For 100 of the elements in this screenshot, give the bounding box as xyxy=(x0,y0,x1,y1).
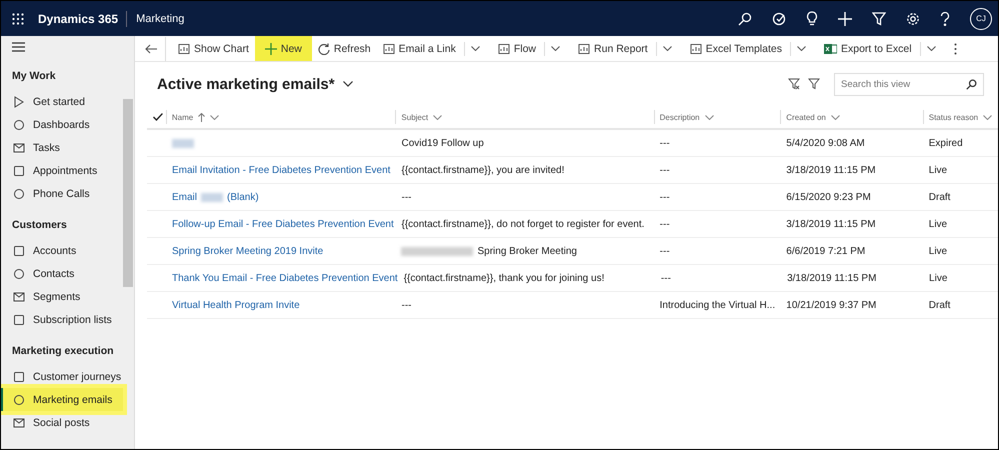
table-cell-text: Expired xyxy=(928,138,964,148)
command-button[interactable]: Email a Link xyxy=(376,36,462,61)
sidebar-item[interactable]: Phone Calls xyxy=(1,182,123,205)
record-link[interactable]: Thank You Email - Free Diabetes Prevention Event xyxy=(166,272,398,284)
scrollbar[interactable] xyxy=(123,99,133,287)
record-link[interactable]: Follow-up Email - Free Diabetes Prevention Event xyxy=(166,218,396,230)
table-cell-text: --- xyxy=(658,218,671,230)
settings-icon[interactable] xyxy=(906,12,920,26)
command-button[interactable]: Excel Templates xyxy=(684,36,788,61)
menu-icon[interactable] xyxy=(12,42,25,52)
table-cell-text: --- xyxy=(660,272,672,284)
app-launcher-icon[interactable] xyxy=(12,12,24,24)
table-cell-text: Draft xyxy=(928,300,952,310)
table-cell-text: Live xyxy=(928,164,948,176)
sidebar-item[interactable]: Segments xyxy=(1,285,123,308)
table-cell-text: 6/6/2019 7:21 PM xyxy=(785,246,866,256)
nav-icon xyxy=(13,164,25,176)
caret-icon[interactable] xyxy=(796,46,806,51)
section-heading: Customers xyxy=(11,219,68,231)
nav-icon xyxy=(13,416,25,428)
app-name[interactable]: Dynamics 365 xyxy=(38,12,126,26)
table-cell-text: Live xyxy=(928,246,948,256)
sidebar-item[interactable]: Customer journeys xyxy=(1,365,123,388)
column-header[interactable]: Description xyxy=(654,110,780,124)
command-button[interactable]: Show Chart xyxy=(172,36,255,61)
search-field[interactable]: Search this view xyxy=(834,72,984,96)
refresh-icon xyxy=(318,42,330,54)
clear-filter-icon[interactable] xyxy=(788,78,800,90)
view-title[interactable]: Active marketing emails* xyxy=(157,76,335,92)
caret-icon[interactable] xyxy=(926,46,936,51)
record-link[interactable]: Email (Blank) xyxy=(166,192,396,202)
subject-cell-text: {{contact.firstname}}, you are invited! xyxy=(400,164,566,176)
nav-icon xyxy=(13,268,25,280)
subject-cell-text: Covid19 Follow up xyxy=(400,138,485,148)
nav-icon xyxy=(13,244,25,256)
column-header[interactable]: Name xyxy=(166,110,396,124)
table-cell-text: --- xyxy=(658,138,671,148)
chart-icon xyxy=(578,42,590,54)
subject-cell-text: --- xyxy=(400,300,412,310)
table-cell-text: 10/21/2019 9:37 PM xyxy=(785,300,878,310)
column-header[interactable]: Created on xyxy=(780,110,923,124)
chart-icon xyxy=(690,42,702,54)
lightbulb-icon[interactable] xyxy=(806,11,818,26)
nav-icon xyxy=(13,118,25,130)
caret-icon[interactable] xyxy=(662,46,672,51)
spreadsheet-icon xyxy=(824,42,837,54)
sidebar-item[interactable]: Contacts xyxy=(1,262,123,285)
table-cell-text: --- xyxy=(658,192,671,202)
plus-icon[interactable] xyxy=(838,12,852,26)
command-button[interactable]: Export to Excel xyxy=(818,36,918,61)
command-button[interactable]: Run Report xyxy=(572,36,654,61)
redacted-text xyxy=(201,192,224,202)
chart-icon xyxy=(498,42,510,54)
module-name: Marketing xyxy=(136,12,184,24)
sidebar-item[interactable]: Tasks xyxy=(1,136,123,159)
sidebar-item[interactable]: Accounts xyxy=(1,239,123,262)
caret-icon[interactable] xyxy=(470,46,480,51)
record-link[interactable]: Virtual Health Program Invite xyxy=(166,300,396,310)
sidebar-item[interactable]: Dashboards xyxy=(1,113,123,136)
column-header[interactable]: Status reason xyxy=(922,110,998,124)
subject-cell-text: --- xyxy=(400,192,412,202)
filter-icon[interactable] xyxy=(808,78,820,90)
table-cell-text: 3/18/2019 11:15 PM xyxy=(786,272,878,284)
table-cell-text: Draft xyxy=(928,192,952,202)
nav-icon xyxy=(13,142,25,154)
command-button[interactable]: Refresh xyxy=(312,36,377,61)
command-button[interactable]: New xyxy=(254,36,312,61)
select-all-checkmark-icon[interactable] xyxy=(153,113,163,121)
table-cell-text: Live xyxy=(928,218,948,230)
table-cell-text: 3/18/2019 11:15 PM xyxy=(785,218,877,230)
plus-icon xyxy=(264,42,277,54)
subject-cell-text: {{contact.firstname}}, do not forget to register for event. xyxy=(400,218,646,230)
table-cell-text: --- xyxy=(658,164,671,176)
sidebar-item[interactable]: Get started xyxy=(1,90,123,113)
search-icon[interactable] xyxy=(738,12,752,26)
more-options-icon[interactable] xyxy=(954,42,957,54)
section-heading: My Work xyxy=(11,70,57,82)
section-heading: Marketing execution xyxy=(11,345,115,357)
help-icon[interactable] xyxy=(940,12,950,26)
subject-cell-text: {{contact.firstname}}, thank you for joining us! xyxy=(402,272,606,284)
column-header[interactable]: Subject xyxy=(395,110,654,124)
redacted-text xyxy=(172,138,194,148)
chevron-down-icon[interactable] xyxy=(342,81,353,87)
sort-ascending-icon[interactable] xyxy=(198,112,206,122)
search-icon[interactable] xyxy=(966,78,977,90)
caret-icon[interactable] xyxy=(551,46,560,51)
command-button[interactable]: Flow xyxy=(492,36,542,61)
subject-cell: Spring Broker Meeting xyxy=(395,246,654,256)
record-link[interactable]: Email Invitation - Free Diabetes Prevention Event xyxy=(166,164,396,176)
back-arrow-icon[interactable] xyxy=(145,44,157,54)
chart-icon xyxy=(178,42,190,54)
table-cell-text: 3/18/2019 11:15 PM xyxy=(785,164,877,176)
user-avatar[interactable]: CJ xyxy=(970,8,992,30)
sidebar-item[interactable]: Appointments xyxy=(1,159,123,182)
nav-icon xyxy=(13,96,25,108)
sidebar-item[interactable]: Subscription lists xyxy=(1,308,123,331)
table-cell-text: --- xyxy=(658,246,671,256)
nav-icon xyxy=(13,394,25,406)
record-link[interactable]: Spring Broker Meeting 2019 Invite xyxy=(166,246,396,256)
sidebar-item[interactable]: Social posts xyxy=(1,411,123,434)
